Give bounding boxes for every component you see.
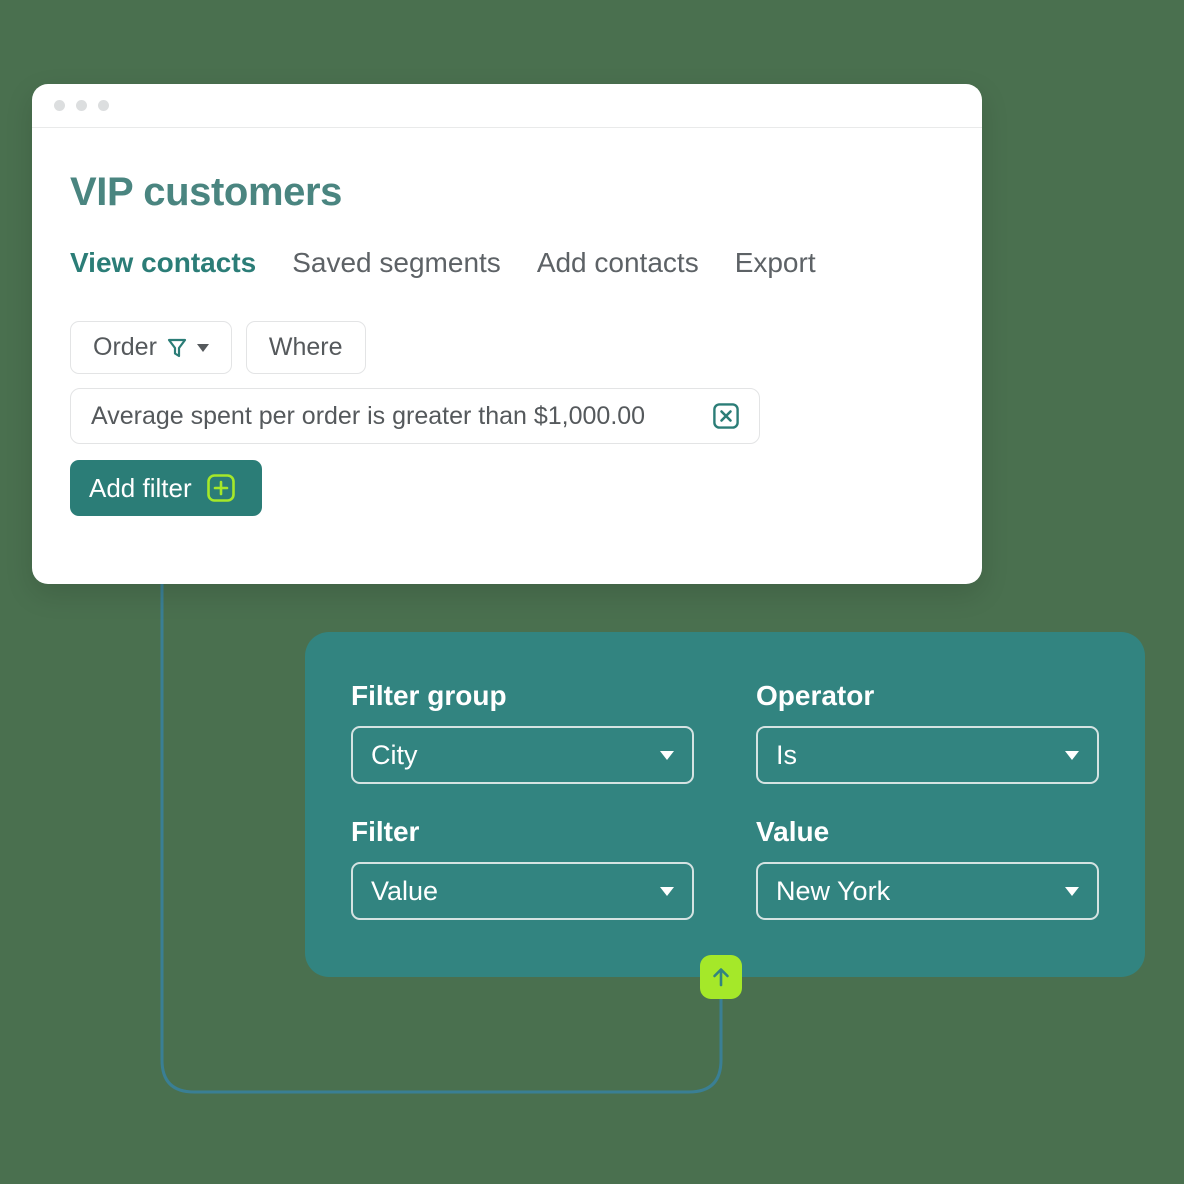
funnel-icon	[167, 338, 187, 357]
window-dot-red[interactable]	[54, 100, 65, 111]
filter-group-label: Filter group	[351, 680, 507, 711]
tab-add-contacts[interactable]: Add contacts	[537, 247, 699, 279]
add-filter-button[interactable]: Add filter	[70, 460, 262, 516]
operator-label: Operator	[756, 680, 875, 711]
active-filter-text: Average spent per order is greater than …	[91, 401, 646, 430]
field-filter-group: Filter group City	[351, 680, 694, 784]
operator-value: Is	[776, 739, 798, 770]
chevron-down-icon	[1065, 750, 1079, 760]
apply-filter-button[interactable]	[700, 955, 742, 999]
filter-value: Value	[371, 875, 439, 906]
chevron-down-icon	[660, 750, 674, 760]
operator-select[interactable]: Is	[756, 726, 1099, 784]
value-value: New York	[776, 875, 891, 906]
field-filter: Filter Value	[351, 816, 694, 920]
filter-editor-panel: Filter group City Operator Is Filter Val…	[305, 632, 1145, 977]
plus-box-icon	[206, 474, 235, 502]
tab-saved-segments[interactable]: Saved segments	[292, 247, 501, 279]
value-label: Value	[756, 816, 830, 847]
order-label: Order	[93, 333, 157, 361]
add-filter-label: Add filter	[89, 472, 192, 503]
field-operator: Operator Is	[756, 680, 1099, 784]
chevron-down-icon	[660, 886, 674, 896]
active-filter-chip: Average spent per order is greater than …	[70, 388, 760, 444]
tab-bar: View contacts Saved segments Add contact…	[70, 247, 944, 279]
page-title: VIP customers	[70, 170, 342, 214]
tab-export[interactable]: Export	[735, 247, 816, 279]
tab-view-contacts[interactable]: View contacts	[70, 247, 256, 279]
filter-controls-row: Order Where	[70, 321, 944, 374]
browser-window: VIP customers View contacts Saved segmen…	[32, 84, 982, 584]
window-dot-yellow[interactable]	[76, 100, 87, 111]
where-button[interactable]: Where	[245, 321, 366, 374]
window-title-bar	[32, 84, 982, 128]
filter-group-select[interactable]: City	[351, 726, 694, 784]
filter-label: Filter	[351, 816, 420, 847]
close-box-icon[interactable]	[713, 403, 739, 429]
field-value: Value New York	[756, 816, 1099, 920]
window-dot-green[interactable]	[98, 100, 109, 111]
chevron-down-icon	[1065, 886, 1079, 896]
order-dropdown-button[interactable]: Order	[70, 321, 232, 374]
chevron-down-icon	[196, 343, 209, 352]
filter-group-value: City	[371, 739, 418, 770]
where-label: Where	[268, 333, 343, 361]
filter-select[interactable]: Value	[351, 862, 694, 920]
arrow-up-icon	[713, 968, 729, 987]
page-content: VIP customers View contacts Saved segmen…	[32, 128, 982, 516]
value-select[interactable]: New York	[756, 862, 1099, 920]
